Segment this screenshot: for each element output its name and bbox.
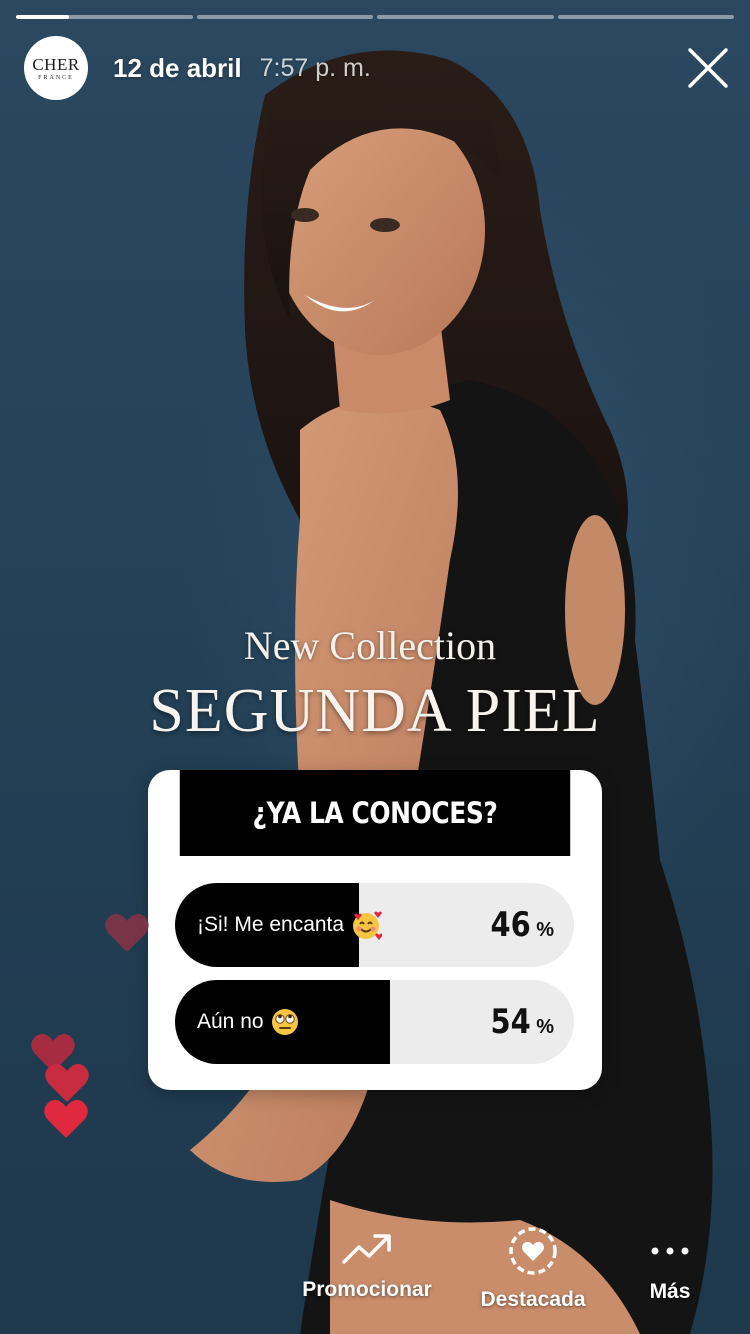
poll-question: ¿YA LA CONOCES? (179, 770, 571, 856)
story-date: 12 de abril (113, 52, 242, 83)
collection-subtitle: New Collection (243, 623, 497, 668)
poll-option-1[interactable]: ¡Si! Me encanta 46% (175, 883, 574, 967)
poll-option-label: Aún no (197, 980, 300, 1064)
highlight-heart-icon (509, 1227, 557, 1275)
more-dots-icon (651, 1247, 689, 1255)
poll-option-2[interactable]: Aún no 54% (175, 980, 574, 1064)
highlight-button[interactable]: Destacada (474, 1224, 592, 1312)
progress-segment (16, 15, 193, 19)
story-view[interactable]: CHER FRANCE 12 de abril 7:57 p. m. New C… (0, 0, 750, 1334)
avatar-sub: FRANCE (38, 74, 74, 81)
close-button[interactable] (684, 44, 732, 92)
poll-option-label: ¡Si! Me encanta (197, 883, 383, 967)
heart-icon (105, 913, 149, 952)
poll-sticker: ¿YA LA CONOCES? ¡Si! Me encanta 46 % Aún… (148, 770, 602, 1090)
story-progress (16, 15, 734, 19)
progress-segment (377, 15, 554, 19)
progress-segment (557, 15, 734, 19)
avatar[interactable]: CHER FRANCE (24, 36, 88, 100)
story-time: 7:57 p. m. (259, 53, 371, 82)
story-header: CHER FRANCE 12 de abril 7:57 p. m. (24, 36, 732, 100)
promote-label: Promocionar (302, 1278, 432, 1301)
trending-up-icon (342, 1234, 391, 1264)
progress-segment (196, 15, 373, 19)
heart-icon (44, 1099, 88, 1138)
more-label: Más (649, 1280, 691, 1303)
highlight-label: Destacada (480, 1288, 586, 1311)
story-actions: Promocionar Destacada Más (0, 1224, 750, 1334)
poll-option-percent: 54% (490, 1002, 554, 1042)
poll-option-percent: 46% (490, 905, 554, 945)
avatar-brand: CHER (32, 54, 80, 74)
more-button[interactable]: Más (640, 1246, 700, 1304)
smiling-face-with-hearts-icon (350, 909, 383, 941)
close-icon (688, 48, 728, 88)
promote-button[interactable]: Promocionar (298, 1232, 436, 1302)
face-with-rolling-eyes-icon (270, 1007, 300, 1037)
collection-title: SEGUNDA PIEL (149, 677, 601, 745)
